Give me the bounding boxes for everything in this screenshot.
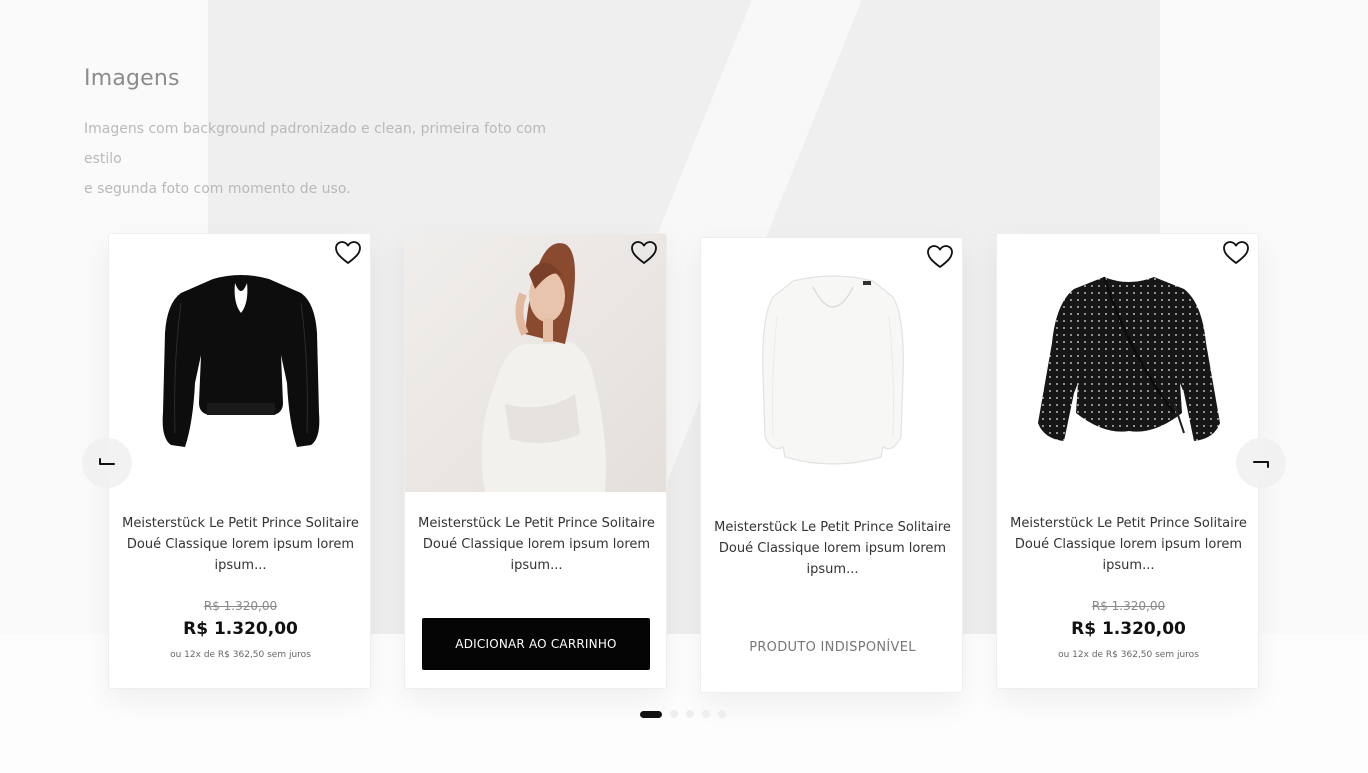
carousel-next-button[interactable] — [1236, 438, 1286, 488]
heart-icon[interactable] — [926, 244, 954, 270]
product-card[interactable]: Meisterstück Le Petit Prince Solitaire D… — [404, 233, 667, 689]
price: R$ 1.320,00 — [1071, 619, 1186, 639]
product-card[interactable]: Meisterstück Le Petit Prince Solitaire D… — [996, 233, 1259, 689]
section-description: Imagens com background padronizado e cle… — [84, 114, 584, 204]
product-card[interactable]: Meisterstück Le Petit Prince Solitaire D… — [700, 237, 963, 693]
price: R$ 1.320,00 — [183, 619, 298, 639]
old-price: R$ 1.320,00 — [203, 599, 278, 613]
add-to-cart-button[interactable]: ADICIONAR AO CARRINHO — [422, 618, 650, 670]
product-name[interactable]: Meisterstück Le Petit Prince Solitaire D… — [417, 513, 656, 576]
product-image[interactable] — [701, 238, 962, 496]
pagination-dot[interactable] — [670, 710, 678, 718]
product-image[interactable] — [997, 234, 1258, 492]
section-description-line-1: Imagens com background padronizado e cle… — [84, 121, 546, 167]
product-name[interactable]: Meisterstück Le Petit Prince Solitaire D… — [713, 517, 952, 580]
heart-icon[interactable] — [630, 240, 658, 266]
section-description-line-2: e segunda foto com momento de uso. — [84, 181, 351, 197]
installments: ou 12x de R$ 362,50 sem juros — [1058, 650, 1199, 660]
heart-icon[interactable] — [1222, 240, 1250, 266]
black-blouse-image — [162, 275, 319, 447]
product-name[interactable]: Meisterstück Le Petit Prince Solitaire D… — [1009, 513, 1248, 576]
carousel-prev-button[interactable] — [82, 438, 132, 488]
arrow-left-icon — [99, 458, 115, 465]
product-name[interactable]: Meisterstück Le Petit Prince Solitaire D… — [121, 513, 360, 576]
black-dotted-blouse-image — [1037, 276, 1220, 441]
arrow-right-icon — [1253, 461, 1269, 468]
pagination-dot[interactable] — [686, 710, 694, 718]
product-image[interactable] — [405, 234, 666, 492]
product-image[interactable] — [109, 234, 370, 492]
pagination-dot[interactable] — [702, 710, 710, 718]
installments: ou 12x de R$ 362,50 sem juros — [170, 650, 311, 660]
pagination-dot[interactable] — [718, 710, 726, 718]
model-photo-image — [405, 234, 666, 492]
section-title: Imagens — [84, 66, 180, 91]
carousel-pagination — [640, 710, 726, 718]
heart-icon[interactable] — [334, 240, 362, 266]
pagination-dot-active[interactable] — [640, 710, 662, 718]
unavailable-status: PRODUTO INDISPONÍVEL — [749, 640, 916, 655]
old-price: R$ 1.320,00 — [1091, 599, 1166, 613]
white-blouse-image — [761, 275, 904, 465]
product-card[interactable]: Meisterstück Le Petit Prince Solitaire D… — [108, 233, 371, 689]
